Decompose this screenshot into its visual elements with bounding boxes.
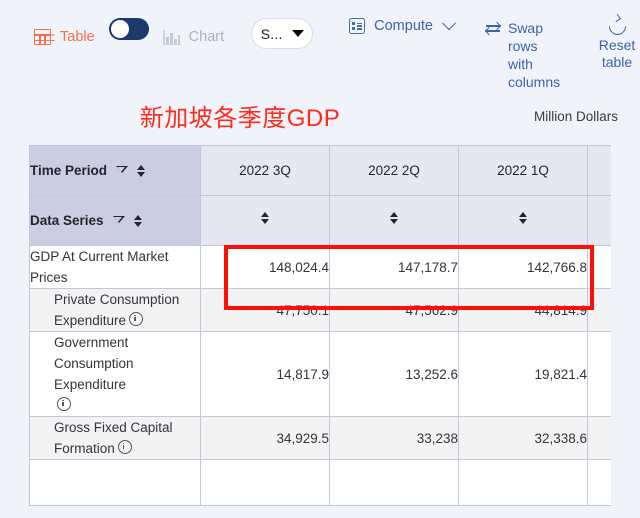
table-row: GDP At Current Market Prices 148,024.4 1… [29,245,611,289]
compute-label: Compute [374,18,433,34]
row-label-partial [29,459,201,506]
row-label-text: Gross Fixed Capital Formation [54,420,173,456]
info-icon[interactable] [57,397,71,411]
cell-government-next [587,331,611,417]
reset-table-button[interactable]: Reset table [594,14,640,71]
table-view-group[interactable]: Table [34,18,95,56]
sort-updown-icon[interactable] [133,214,143,228]
cell-gdp-next [587,245,611,289]
table-row: Gross Fixed Capital Formation 34,929.5 3… [29,416,611,460]
sort-column-2022-3q[interactable] [200,195,330,246]
sort-updown-icon[interactable] [389,211,399,225]
column-header-2022-2q[interactable]: 2022 2Q [329,145,459,196]
cell-gdp-2022-1q: 142,766.8 [458,245,588,289]
series-select-dropdown[interactable]: S... [251,18,314,49]
cell-gdp-2022-3q: 148,024.4 [200,245,330,289]
reset-circular-arrow-icon [604,14,630,39]
cell-government-2022-1q: 19,821.4 [458,331,588,417]
row-label-text: Government Consumption Expenditure [54,335,134,392]
reset-label-line2: table [601,54,633,70]
table-head: Time Period 2022 3Q 2022 2Q 2022 1Q Data… [29,145,611,246]
funnel-filter-icon[interactable] [112,215,125,227]
table-row [29,459,611,506]
table-header-row-series: Data Series [29,195,611,246]
swap-rows-with-columns-button[interactable]: Swap rows with columns [485,18,568,91]
caret-down-icon [291,30,304,37]
cell-government-2022-3q: 14,817.9 [200,331,330,417]
row-label-government-consumption-expenditure: Government Consumption Expenditure [29,331,201,417]
swap-label-line1: Swap rows [507,20,544,54]
table-label: Table [60,29,95,45]
cell-partial-2022-3q [200,459,330,506]
toolbar: Table Chart S... Compute Swap rows with … [0,14,640,90]
data-table: Time Period 2022 3Q 2022 2Q 2022 1Q Data… [29,145,611,506]
column-header-2022-1q[interactable]: 2022 1Q [458,145,588,196]
cell-private-2022-3q: 47,750.1 [200,288,330,332]
table-grid-icon [34,29,51,45]
table-header-row-period: Time Period 2022 3Q 2022 2Q 2022 1Q [29,145,611,196]
funnel-filter-icon[interactable] [116,165,129,177]
chart-label: Chart [188,29,225,45]
swap-arrows-icon [485,22,502,36]
title-row: 新加坡各季度GDP Million Dollars [0,98,640,138]
cell-partial-2022-1q [458,459,588,506]
header-data-series[interactable]: Data Series [29,195,201,246]
reset-label-line1: Reset [598,37,636,53]
unit-label: Million Dollars [533,109,618,124]
cell-grossfixed-2022-2q: 33,238 [329,416,459,460]
cell-grossfixed-2022-3q: 34,929.5 [200,416,330,460]
cell-private-2022-1q: 44,814.9 [458,288,588,332]
toggle-knob [110,20,129,38]
column-header-next[interactable] [587,145,611,196]
table-row: Private Consumption Expenditure 47,750.1… [29,288,611,332]
cell-private-2022-2q: 47,562.9 [329,288,459,332]
time-period-label: Time Period [30,163,108,178]
sort-updown-icon[interactable] [518,211,528,225]
reset-label: Reset table [594,37,640,71]
bar-chart-icon [162,29,181,45]
header-time-period[interactable]: Time Period [29,145,201,196]
sort-updown-icon[interactable] [260,211,270,225]
app-root: Table Chart S... Compute Swap rows with … [0,0,640,518]
cell-grossfixed-2022-1q: 32,338.6 [458,416,588,460]
table-body: GDP At Current Market Prices 148,024.4 1… [29,245,611,506]
sort-column-2022-2q[interactable] [329,195,459,246]
chevron-down-icon [441,16,457,31]
cell-partial-next [587,459,611,506]
sort-column-2022-1q[interactable] [458,195,588,246]
sort-updown-icon[interactable] [137,164,146,178]
swap-label: Swap rows with columns [508,19,568,91]
table-chart-toggle[interactable] [108,18,149,40]
data-table-container[interactable]: Time Period 2022 3Q 2022 2Q 2022 1Q Data… [29,145,611,518]
info-icon[interactable] [129,312,144,326]
cell-partial-2022-2q [329,459,459,506]
row-label-private-consumption-expenditure: Private Consumption Expenditure [29,288,201,332]
compute-icon [349,18,366,34]
sort-column-next[interactable] [587,195,611,246]
cell-grossfixed-next [587,416,611,460]
swap-label-line2: with columns [507,56,561,90]
cell-government-2022-2q: 13,252.6 [329,331,459,417]
row-label-text: Private Consumption Expenditure [54,292,180,328]
chart-view-group[interactable]: Chart [162,18,225,56]
series-select-value: S... [260,25,283,42]
table-row: Government Consumption Expenditure 14,81… [29,331,611,417]
compute-button[interactable]: Compute [349,16,457,34]
row-label-gross-fixed-capital-formation: Gross Fixed Capital Formation [29,416,201,460]
row-label-gdp-at-current-market-prices: GDP At Current Market Prices [29,245,201,289]
info-icon[interactable] [117,440,132,454]
cell-private-next [587,288,611,332]
data-series-label: Data Series [30,213,104,228]
column-header-2022-3q[interactable]: 2022 3Q [200,145,330,196]
cell-gdp-2022-2q: 147,178.7 [329,245,459,289]
